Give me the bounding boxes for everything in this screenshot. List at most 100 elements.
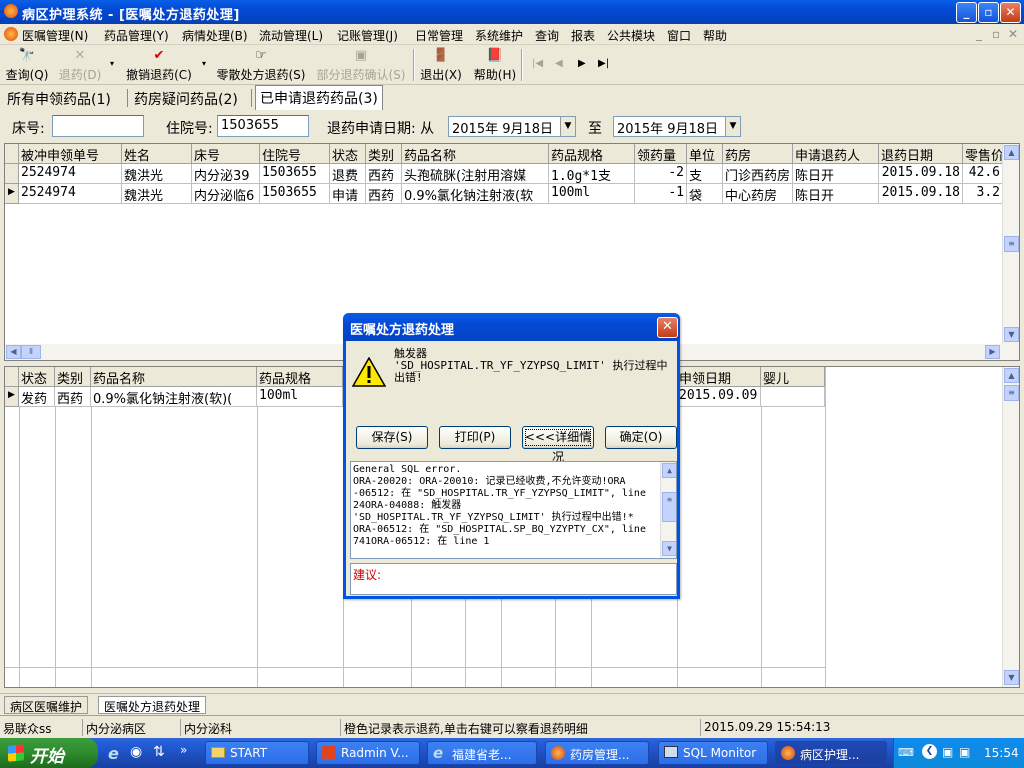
chevron-down-icon[interactable]: ▼: [560, 117, 575, 136]
help-button[interactable]: 📕 帮助(H): [473, 48, 517, 83]
tab-refund-applied[interactable]: 已申请退药药品(3): [255, 85, 383, 110]
table-cell[interactable]: 3.2: [963, 184, 1003, 204]
col-header-category[interactable]: 类别: [55, 367, 91, 387]
table-cell[interactable]: 西药: [366, 184, 402, 204]
network-tray-icon[interactable]: ▣: [942, 745, 953, 759]
table-cell[interactable]: 退费: [330, 164, 366, 184]
date-to-picker[interactable]: 2015年 9月18日 ▼: [613, 116, 741, 137]
table-cell[interactable]: 100ml: [257, 387, 343, 407]
top-grid-vscrollbar[interactable]: ▲ ≡ ▼: [1002, 144, 1019, 344]
table-cell[interactable]: 2524974: [19, 184, 122, 204]
taskbar-item-start-folder[interactable]: START: [205, 741, 309, 765]
mdi-minimize-button[interactable]: _: [976, 27, 982, 41]
error-detail-textarea[interactable]: General SQL error. ORA-20020: ORA-20010:…: [350, 461, 677, 559]
table-cell[interactable]: 中心药房: [723, 184, 793, 204]
table-cell[interactable]: 袋: [687, 184, 723, 204]
table-cell[interactable]: 42.6: [963, 164, 1003, 184]
col-header-quantity[interactable]: 领药量: [635, 144, 687, 164]
taskbar-item-radmin[interactable]: Radmin V...: [316, 741, 420, 765]
table-cell[interactable]: 支: [687, 164, 723, 184]
tab-pharmacy-questioned[interactable]: 药房疑问药品(2): [130, 87, 242, 109]
exit-button[interactable]: 🚪 退出(X): [419, 48, 463, 83]
menu-chuangkou[interactable]: 窗口: [667, 27, 691, 44]
col-header-status[interactable]: 状态: [330, 144, 366, 164]
col-header-infant[interactable]: 婴儿: [761, 367, 825, 387]
scroll-down-icon[interactable]: ▼: [662, 541, 676, 556]
chevron-down-icon[interactable]: ▼: [725, 117, 740, 136]
retail-refund-button[interactable]: ☞ 零散处方退药(S): [214, 48, 308, 83]
next-record-icon[interactable]: ▶: [578, 58, 586, 69]
chevron-right-icon[interactable]: »: [180, 743, 187, 757]
dropdown-arrow-icon[interactable]: ▾: [202, 59, 206, 68]
print-button[interactable]: 打印(P): [439, 426, 511, 449]
tray-expand-icon[interactable]: ❮: [922, 744, 937, 759]
menu-chaxun[interactable]: 查询: [535, 27, 559, 44]
menu-liudong[interactable]: 流动管理(L): [259, 27, 323, 44]
ok-button[interactable]: 确定(O): [605, 426, 677, 449]
dialog-close-button[interactable]: ✕: [657, 317, 678, 338]
scroll-up-icon[interactable]: ▲: [1004, 368, 1019, 383]
col-header-status[interactable]: 状态: [19, 367, 55, 387]
scroll-left-icon[interactable]: ◀: [6, 345, 21, 359]
col-header-bed[interactable]: 床号: [192, 144, 260, 164]
menu-yizhu[interactable]: 医嘱管理(N): [22, 27, 88, 44]
table-cell[interactable]: 2015.09.09: [677, 387, 761, 407]
table-cell[interactable]: 2015.09.18: [879, 164, 963, 184]
bed-input[interactable]: [52, 115, 144, 137]
mdi-tab-ward-orders[interactable]: 病区医嘱维护: [4, 696, 89, 714]
col-header-retail-price[interactable]: 零售价: [963, 144, 1003, 164]
col-header-inpatient[interactable]: 住院号: [260, 144, 330, 164]
scroll-down-icon[interactable]: ▼: [1004, 327, 1019, 342]
table-cell[interactable]: 陈日开: [793, 164, 879, 184]
browser-icon[interactable]: ◉: [130, 744, 142, 760]
restore-button[interactable]: ▫: [978, 2, 999, 23]
network-icon[interactable]: ⇅: [153, 744, 165, 760]
query-button[interactable]: 🔭 查询(Q): [5, 48, 49, 83]
menu-bangzhu[interactable]: 帮助: [703, 27, 727, 44]
table-cell[interactable]: 魏洪光: [122, 164, 192, 184]
start-button[interactable]: 开始: [0, 738, 98, 768]
taskbar-item-fujian[interactable]: e 福建省老...: [427, 741, 537, 765]
table-cell[interactable]: 西药: [55, 387, 91, 407]
table-cell[interactable]: 发药: [19, 387, 55, 407]
mdi-restore-button[interactable]: ▫: [992, 27, 1000, 41]
scroll-thumb[interactable]: ≡: [1004, 385, 1019, 401]
table-cell[interactable]: 申请: [330, 184, 366, 204]
table-cell[interactable]: [761, 387, 825, 407]
table-cell[interactable]: 100ml: [549, 184, 635, 204]
scroll-up-icon[interactable]: ▲: [662, 463, 676, 478]
table-cell[interactable]: 门诊西药房: [723, 164, 793, 184]
menu-bingqing[interactable]: 病情处理(B): [182, 27, 248, 44]
clock[interactable]: 15:54: [984, 746, 1019, 760]
menu-xitong[interactable]: 系统维护: [475, 27, 523, 44]
menu-gonggong[interactable]: 公共模块: [607, 27, 655, 44]
col-header-refund-date[interactable]: 退药日期: [879, 144, 963, 164]
detail-button[interactable]: <<<详细情况: [522, 426, 594, 464]
scroll-thumb[interactable]: ⦀: [21, 345, 41, 359]
table-cell[interactable]: 2015.09.18: [879, 184, 963, 204]
col-header-applicant[interactable]: 申请退药人: [793, 144, 879, 164]
menu-richang[interactable]: 日常管理: [415, 27, 463, 44]
table-cell[interactable]: 1.0g*1支: [549, 164, 635, 184]
table-cell[interactable]: 1503655: [260, 184, 330, 204]
network-tray-icon[interactable]: ▣: [959, 745, 970, 759]
col-header-unit[interactable]: 单位: [687, 144, 723, 164]
prev-record-icon[interactable]: ◀: [555, 58, 563, 69]
col-header-pharmacy[interactable]: 药房: [723, 144, 793, 164]
mdi-tab-refund[interactable]: 医嘱处方退药处理: [98, 696, 207, 714]
col-header-category[interactable]: 类别: [366, 144, 402, 164]
col-header-name[interactable]: 姓名: [122, 144, 192, 164]
menu-baobiao[interactable]: 报表: [571, 27, 595, 44]
keyboard-icon[interactable]: ⌨: [898, 746, 914, 759]
table-cell[interactable]: 0.9%氯化钠注射液(软)(: [91, 387, 257, 407]
table-cell[interactable]: 内分泌临6: [192, 184, 260, 204]
close-button[interactable]: ✕: [1000, 2, 1021, 23]
table-cell[interactable]: 1503655: [260, 164, 330, 184]
taskbar-item-sql-monitor[interactable]: SQL Monitor: [658, 741, 768, 765]
last-record-icon[interactable]: ▶|: [598, 58, 609, 69]
col-header-drug-name[interactable]: 药品名称: [402, 144, 549, 164]
col-header-request-date[interactable]: 申领日期: [677, 367, 761, 387]
table-cell[interactable]: 魏洪光: [122, 184, 192, 204]
table-cell[interactable]: -2: [635, 164, 687, 184]
scroll-up-icon[interactable]: ▲: [1004, 145, 1019, 160]
